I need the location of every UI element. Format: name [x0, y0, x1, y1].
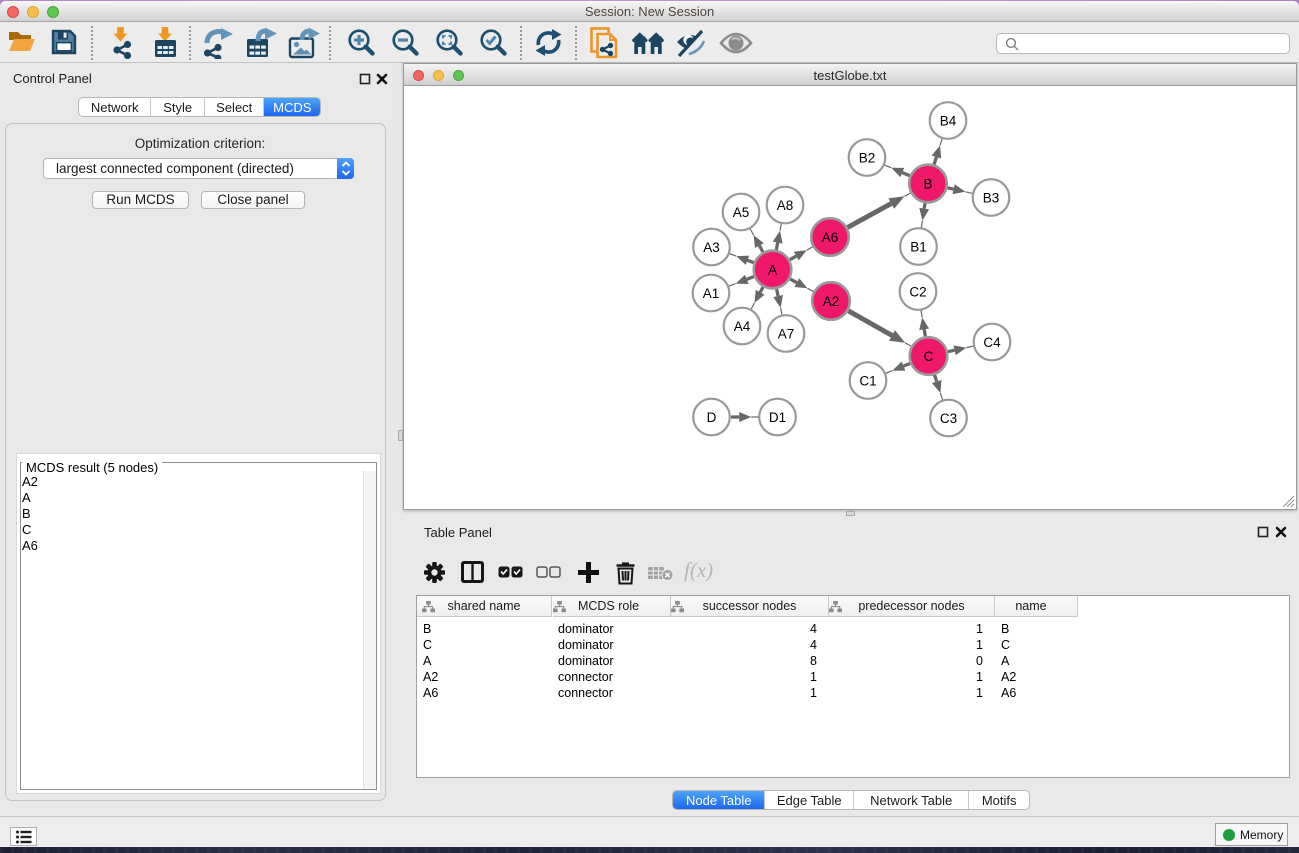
svg-text:A1: A1 [703, 286, 720, 301]
svg-text:B: B [923, 176, 932, 191]
svg-text:D: D [707, 410, 717, 425]
svg-text:A5: A5 [733, 205, 750, 220]
svg-text:C1: C1 [859, 373, 876, 388]
svg-text:B2: B2 [859, 150, 876, 165]
svg-text:B1: B1 [910, 239, 927, 254]
svg-text:D1: D1 [769, 410, 786, 425]
svg-text:C3: C3 [940, 411, 957, 426]
svg-text:A3: A3 [703, 240, 720, 255]
svg-text:A7: A7 [778, 326, 795, 341]
svg-text:A4: A4 [734, 319, 751, 334]
svg-text:C4: C4 [983, 335, 1001, 350]
svg-text:A8: A8 [777, 198, 794, 213]
svg-text:B4: B4 [940, 113, 957, 128]
svg-text:A: A [768, 262, 777, 277]
svg-text:C: C [924, 349, 934, 364]
svg-text:A6: A6 [822, 230, 839, 245]
svg-text:C2: C2 [909, 284, 926, 299]
svg-text:B3: B3 [983, 190, 1000, 205]
svg-text:A2: A2 [823, 294, 840, 309]
